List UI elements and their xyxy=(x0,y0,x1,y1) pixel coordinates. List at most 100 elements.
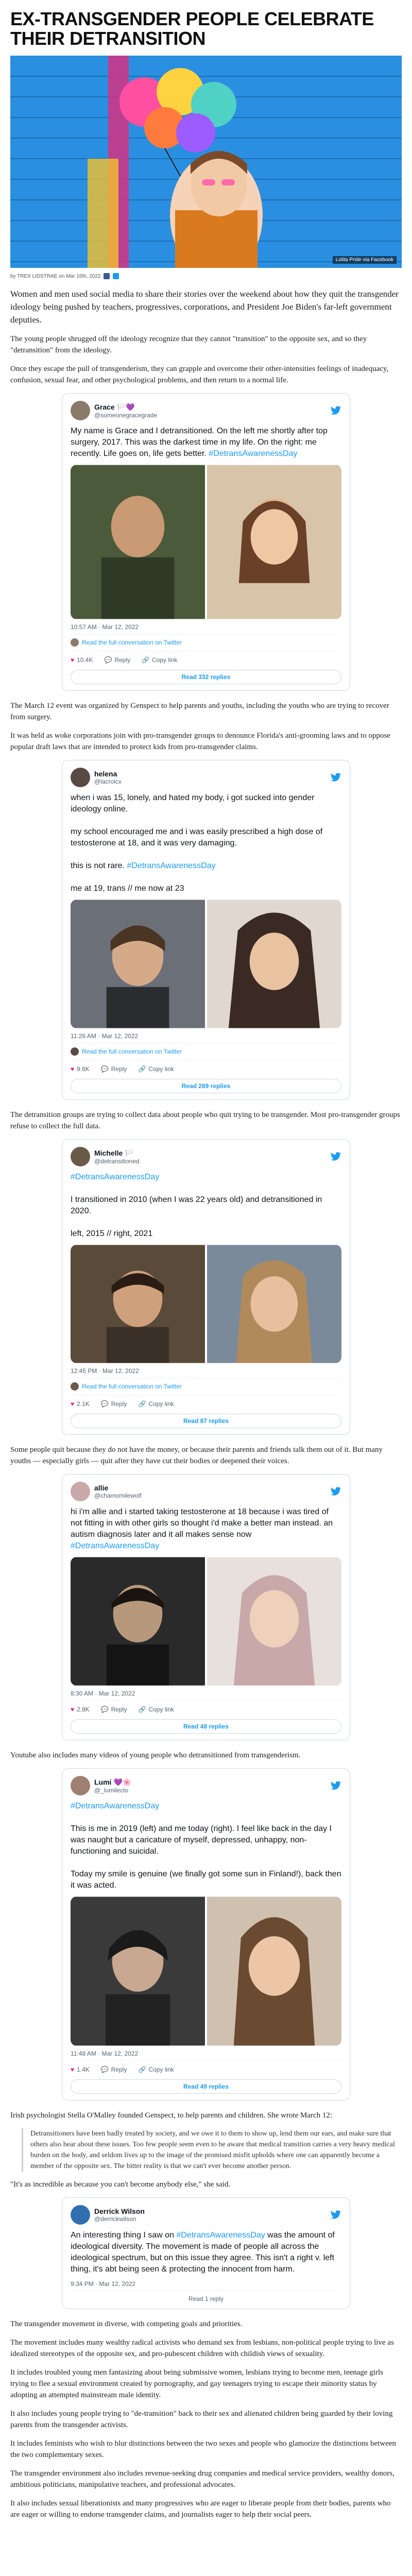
twitter-bird-icon[interactable] xyxy=(330,2210,341,2219)
hashtag-link[interactable]: #DetransAwarenessDay xyxy=(209,449,297,458)
avatar-small xyxy=(71,638,79,647)
tweet-author-name[interactable]: Grace 🏳️💜 xyxy=(94,403,157,412)
twitter-bird-icon[interactable] xyxy=(330,773,341,782)
read-replies-button[interactable]: Read 269 replies xyxy=(71,1079,341,1093)
tweet-media[interactable] xyxy=(71,465,341,619)
avatar[interactable] xyxy=(71,1776,90,1795)
reply-button[interactable]: 💬 Reply xyxy=(104,656,130,664)
avatar[interactable] xyxy=(71,768,90,787)
tweet-author-handle[interactable]: @detransitioned xyxy=(94,1158,140,1165)
tweet-timestamp[interactable]: 9:34 PM · Mar 12, 2022 xyxy=(71,2280,341,2287)
reply-button[interactable]: 💬 Reply xyxy=(101,2066,127,2073)
tweet-author-name[interactable]: helena xyxy=(94,770,122,778)
tweet-media[interactable] xyxy=(71,1245,341,1363)
paragraph: The young people shrugged off the ideolo… xyxy=(10,335,367,354)
paragraph: Irish psychologist Stella O'Malley found… xyxy=(10,2111,333,2120)
tweet-text: #DetransAwarenessDay This is me in 2019 … xyxy=(71,1801,341,1891)
reply-button[interactable]: 💬 Reply xyxy=(101,1065,127,1073)
read-conversation-link[interactable]: Read the full conversation on Twitter xyxy=(71,1380,341,1393)
tweet-author-handle[interactable]: @_lumilecto xyxy=(94,1787,131,1794)
like-count: 9.6K xyxy=(77,1065,90,1073)
avatar[interactable] xyxy=(71,401,90,420)
tweet-author-name[interactable]: Michelle 🏳️ xyxy=(94,1149,140,1158)
tweet-timestamp[interactable]: 10:57 AM · Mar 12, 2022 xyxy=(71,623,341,631)
tweet-media[interactable] xyxy=(71,900,341,1028)
tweet-photo-left xyxy=(71,1896,205,2046)
tweet-author-handle[interactable]: @derrickwilson xyxy=(94,2215,145,2223)
read-replies-button[interactable]: Read 49 replies xyxy=(71,2079,341,2094)
reply-button[interactable]: 💬 Reply xyxy=(101,1400,127,1408)
twitter-bird-icon[interactable] xyxy=(330,1781,341,1790)
tweet-timestamp[interactable]: 11:48 AM · Mar 12, 2022 xyxy=(71,2050,341,2057)
like-button[interactable]: ♥ 9.6K xyxy=(71,1065,90,1073)
avatar[interactable] xyxy=(71,1147,90,1166)
tweet-author-handle[interactable]: @lacroicx xyxy=(94,778,122,785)
hashtag-link[interactable]: #DetransAwarenessDay xyxy=(71,1802,159,1810)
paragraph: The movement includes many wealthy radic… xyxy=(10,2338,394,2358)
read-replies-button[interactable]: Read 87 replies xyxy=(71,1414,341,1428)
hashtag-link[interactable]: #DetransAwarenessDay xyxy=(176,2231,265,2240)
reply-label: Reply xyxy=(111,1706,127,1713)
hero-caption: Lolita Pride via Facebook xyxy=(332,256,397,264)
like-count: 2.8K xyxy=(77,1706,90,1713)
tweet-body: when i was 15, lonely, and hated my body… xyxy=(71,793,323,870)
tweet-author-name[interactable]: Lumi 💜🌸 xyxy=(94,1778,131,1787)
copy-link-button[interactable]: 🔗 Copy link xyxy=(138,1400,174,1408)
tweet-author-handle[interactable]: @someonegracegrade xyxy=(94,412,157,419)
like-count: 10.4K xyxy=(77,656,93,664)
tweet-actions: ♥ 10.4K 💬 Reply 🔗 Copy link xyxy=(71,653,341,667)
link-icon: 🔗 xyxy=(138,1400,146,1408)
link-icon: 🔗 xyxy=(142,656,150,664)
twitter-bird-icon[interactable] xyxy=(330,1487,341,1496)
tweet-photo-left xyxy=(71,1245,205,1363)
like-button[interactable]: ♥ 2.1K xyxy=(71,1400,90,1408)
tweet-header: Derrick Wilson @derrickwilson xyxy=(71,2204,341,2226)
tweet-photo-right xyxy=(207,1557,341,1686)
copy-link-button[interactable]: 🔗 Copy link xyxy=(138,2066,174,2073)
reply-icon: 💬 xyxy=(104,656,112,664)
hashtag-link[interactable]: #DetransAwarenessDay xyxy=(127,861,215,870)
paragraph: It was held as woke corporations join wi… xyxy=(10,732,390,751)
avatar[interactable] xyxy=(71,1482,90,1501)
facebook-share-icon[interactable] xyxy=(104,273,110,279)
read-replies-button[interactable]: Read 332 replies xyxy=(71,670,341,684)
twitter-bird-icon[interactable] xyxy=(330,406,341,415)
tweet-author-name[interactable]: Derrick Wilson xyxy=(94,2207,145,2215)
heart-icon: ♥ xyxy=(71,1400,75,1408)
like-button[interactable]: ♥ 2.8K xyxy=(71,1706,90,1713)
tweet-timestamp[interactable]: 11:26 AM · Mar 12, 2022 xyxy=(71,1032,341,1040)
reply-button[interactable]: 💬 Reply xyxy=(101,1706,127,1713)
tweet-author-name[interactable]: allie xyxy=(94,1484,142,1492)
twitter-bird-icon[interactable] xyxy=(330,1152,341,1161)
tweet-timestamp[interactable]: 12:45 PM · Mar 12, 2022 xyxy=(71,1367,341,1375)
read-conversation-link[interactable]: Read the full conversation on Twitter xyxy=(71,636,341,649)
copy-link-button[interactable]: 🔗 Copy link xyxy=(138,1706,174,1713)
tweet-author-handle[interactable]: @chamomilewolf xyxy=(94,1492,142,1499)
tweet-timestamp[interactable]: 8:30 AM · Mar 12, 2022 xyxy=(71,1690,341,1697)
twitter-share-icon[interactable] xyxy=(113,273,119,279)
tweet-media[interactable] xyxy=(71,1557,341,1686)
avatar[interactable] xyxy=(71,2205,90,2225)
embedded-tweet: helena @lacroicx when i was 15, lonely, … xyxy=(62,760,350,1100)
hashtag-link[interactable]: #DetransAwarenessDay xyxy=(71,1541,159,1550)
read-replies-button[interactable]: Read 48 replies xyxy=(71,1719,341,1734)
tweet-author: Grace 🏳️💜 @someonegracegrade xyxy=(94,403,157,419)
copy-link-button[interactable]: 🔗 Copy link xyxy=(138,1065,174,1073)
like-button[interactable]: ♥ 1.4K xyxy=(71,2066,90,2073)
tweet-media[interactable] xyxy=(71,1896,341,2046)
read-conversation-link[interactable]: Read the full conversation on Twitter xyxy=(71,1045,341,1058)
tweet-header: Michelle 🏳️ @detransitioned xyxy=(71,1146,341,1167)
avatar-small xyxy=(71,1047,79,1056)
tweet-author: Michelle 🏳️ @detransitioned xyxy=(94,1149,140,1165)
author-name-text: Grace xyxy=(94,403,115,411)
tweet-author: Lumi 💜🌸 @_lumilecto xyxy=(94,1778,131,1794)
article-headline: EX-TRANSGENDER PEOPLE CELEBRATE THEIR DE… xyxy=(10,8,374,49)
embedded-tweet: Grace 🏳️💜 @someonegracegrade My name is … xyxy=(62,393,350,691)
read-reply-link[interactable]: Read 1 reply xyxy=(71,2293,341,2304)
hashtag-link[interactable]: #DetransAwarenessDay xyxy=(71,1173,159,1181)
copy-link-button[interactable]: 🔗 Copy link xyxy=(142,656,177,664)
tweet-photo-right xyxy=(207,465,341,619)
copy-link-label: Copy link xyxy=(148,1400,174,1408)
like-button[interactable]: ♥ 10.4K xyxy=(71,656,93,664)
pull-quote: Detransitioners have been badly treated … xyxy=(22,2128,402,2172)
